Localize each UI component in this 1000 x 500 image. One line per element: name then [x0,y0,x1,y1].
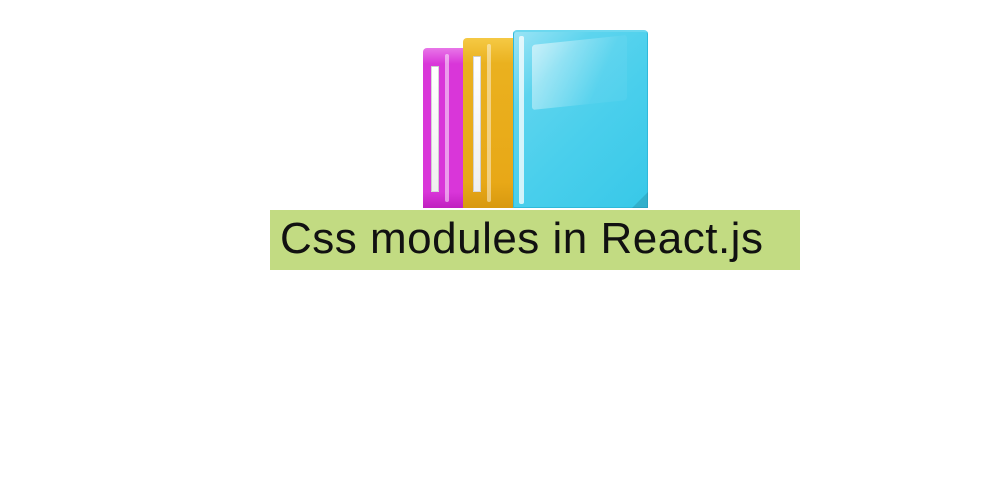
folder-stack-icon [423,30,648,208]
page-title: Css modules in React.js [280,214,790,264]
folder-cyan-icon [513,30,648,208]
title-banner: Css modules in React.js [270,210,800,270]
hero-graphic: Css modules in React.js [270,30,800,270]
